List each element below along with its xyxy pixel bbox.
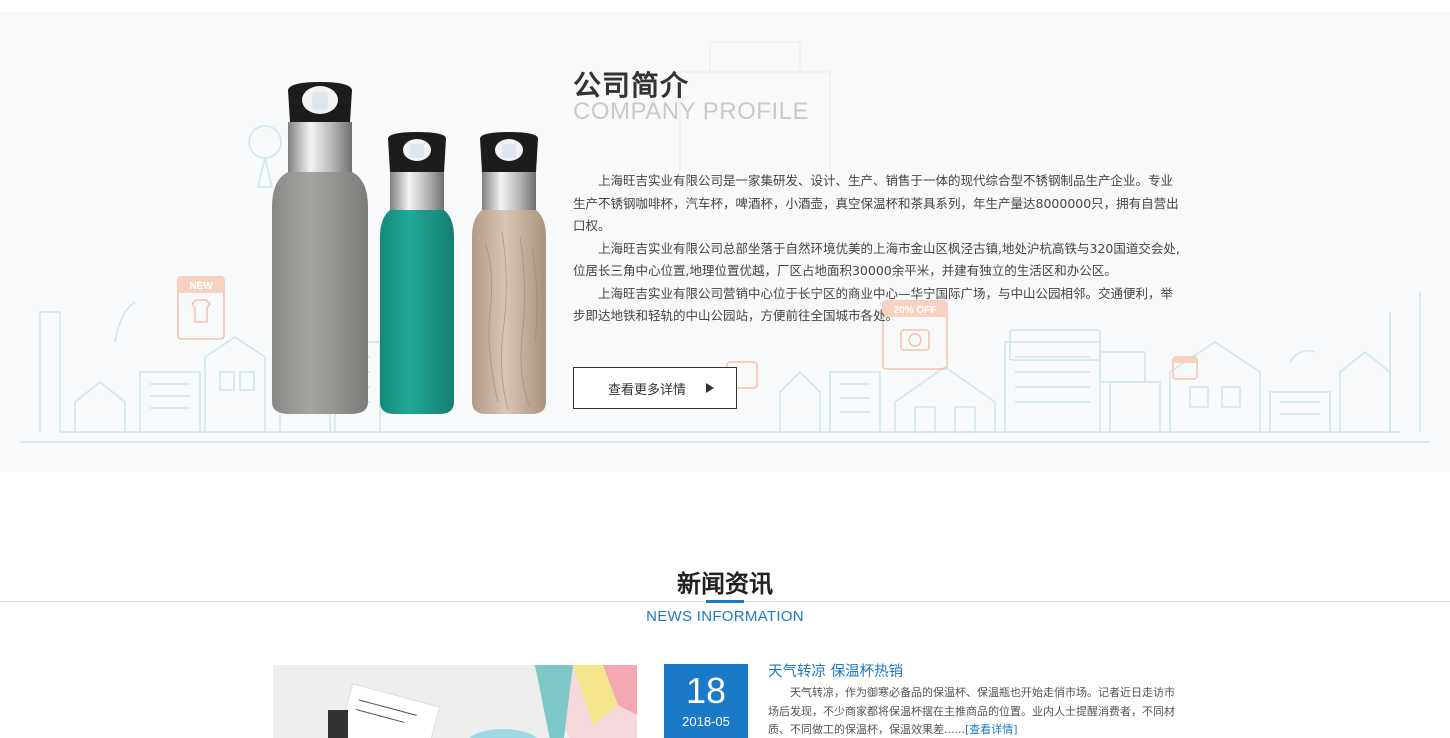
news-thumbnail-illustration xyxy=(273,665,637,738)
grey-bottle xyxy=(272,82,368,414)
view-more-label: 查看更多详情 xyxy=(608,382,687,398)
news-detail-link[interactable]: [查看详情] xyxy=(965,723,1018,736)
chat-bubble-icon xyxy=(726,356,1198,389)
product-bottles-image xyxy=(272,82,546,414)
news-section-title: 新闻资讯 xyxy=(677,570,773,598)
news-section-subtitle: NEWS INFORMATION xyxy=(646,608,804,625)
svg-text:NEW: NEW xyxy=(189,281,213,292)
news-summary: 天气转凉，作为御寒必备品的保温杯、保温瓶也开始走俏市场。记者近日走访市场后发现，… xyxy=(768,684,1176,738)
news-headline-link[interactable]: 天气转凉 保温杯热销 xyxy=(768,660,903,681)
company-profile-section: NEW 20% OFF 公司简介 COMPANY PROFILE 上海旺吉实业有… xyxy=(0,12,1450,472)
view-more-details-button[interactable]: 查看更多详情 xyxy=(573,367,737,409)
news-divider-accent xyxy=(706,600,744,603)
profile-description: 上海旺吉实业有限公司是一家集研发、设计、生产、销售于一体的现代综合型不锈钢制品生… xyxy=(573,170,1183,328)
teal-bottle xyxy=(380,132,454,414)
news-thumbnail[interactable] xyxy=(273,665,637,738)
profile-paragraph: 上海旺吉实业有限公司是一家集研发、设计、生产、销售于一体的现代综合型不锈钢制品生… xyxy=(573,173,1179,233)
woodgrain-bottle xyxy=(472,132,546,414)
profile-paragraph: 上海旺吉实业有限公司营销中心位于长宁区的商业中心—华宁国际广场，与中山公园相邻。… xyxy=(573,285,1174,324)
news-date-year-month: 2018-05 xyxy=(682,714,730,729)
news-date-day: 18 xyxy=(685,670,727,711)
play-arrow-icon xyxy=(706,383,715,393)
new-tag-badge: NEW xyxy=(177,276,225,340)
profile-paragraph: 上海旺吉实业有限公司总部坐落于自然环境优美的上海市金山区枫泾古镇,地处沪杭高铁与… xyxy=(573,240,1180,279)
news-date-badge: 18 2018-05 xyxy=(664,664,748,738)
profile-subtitle: COMPANY PROFILE xyxy=(573,98,809,125)
